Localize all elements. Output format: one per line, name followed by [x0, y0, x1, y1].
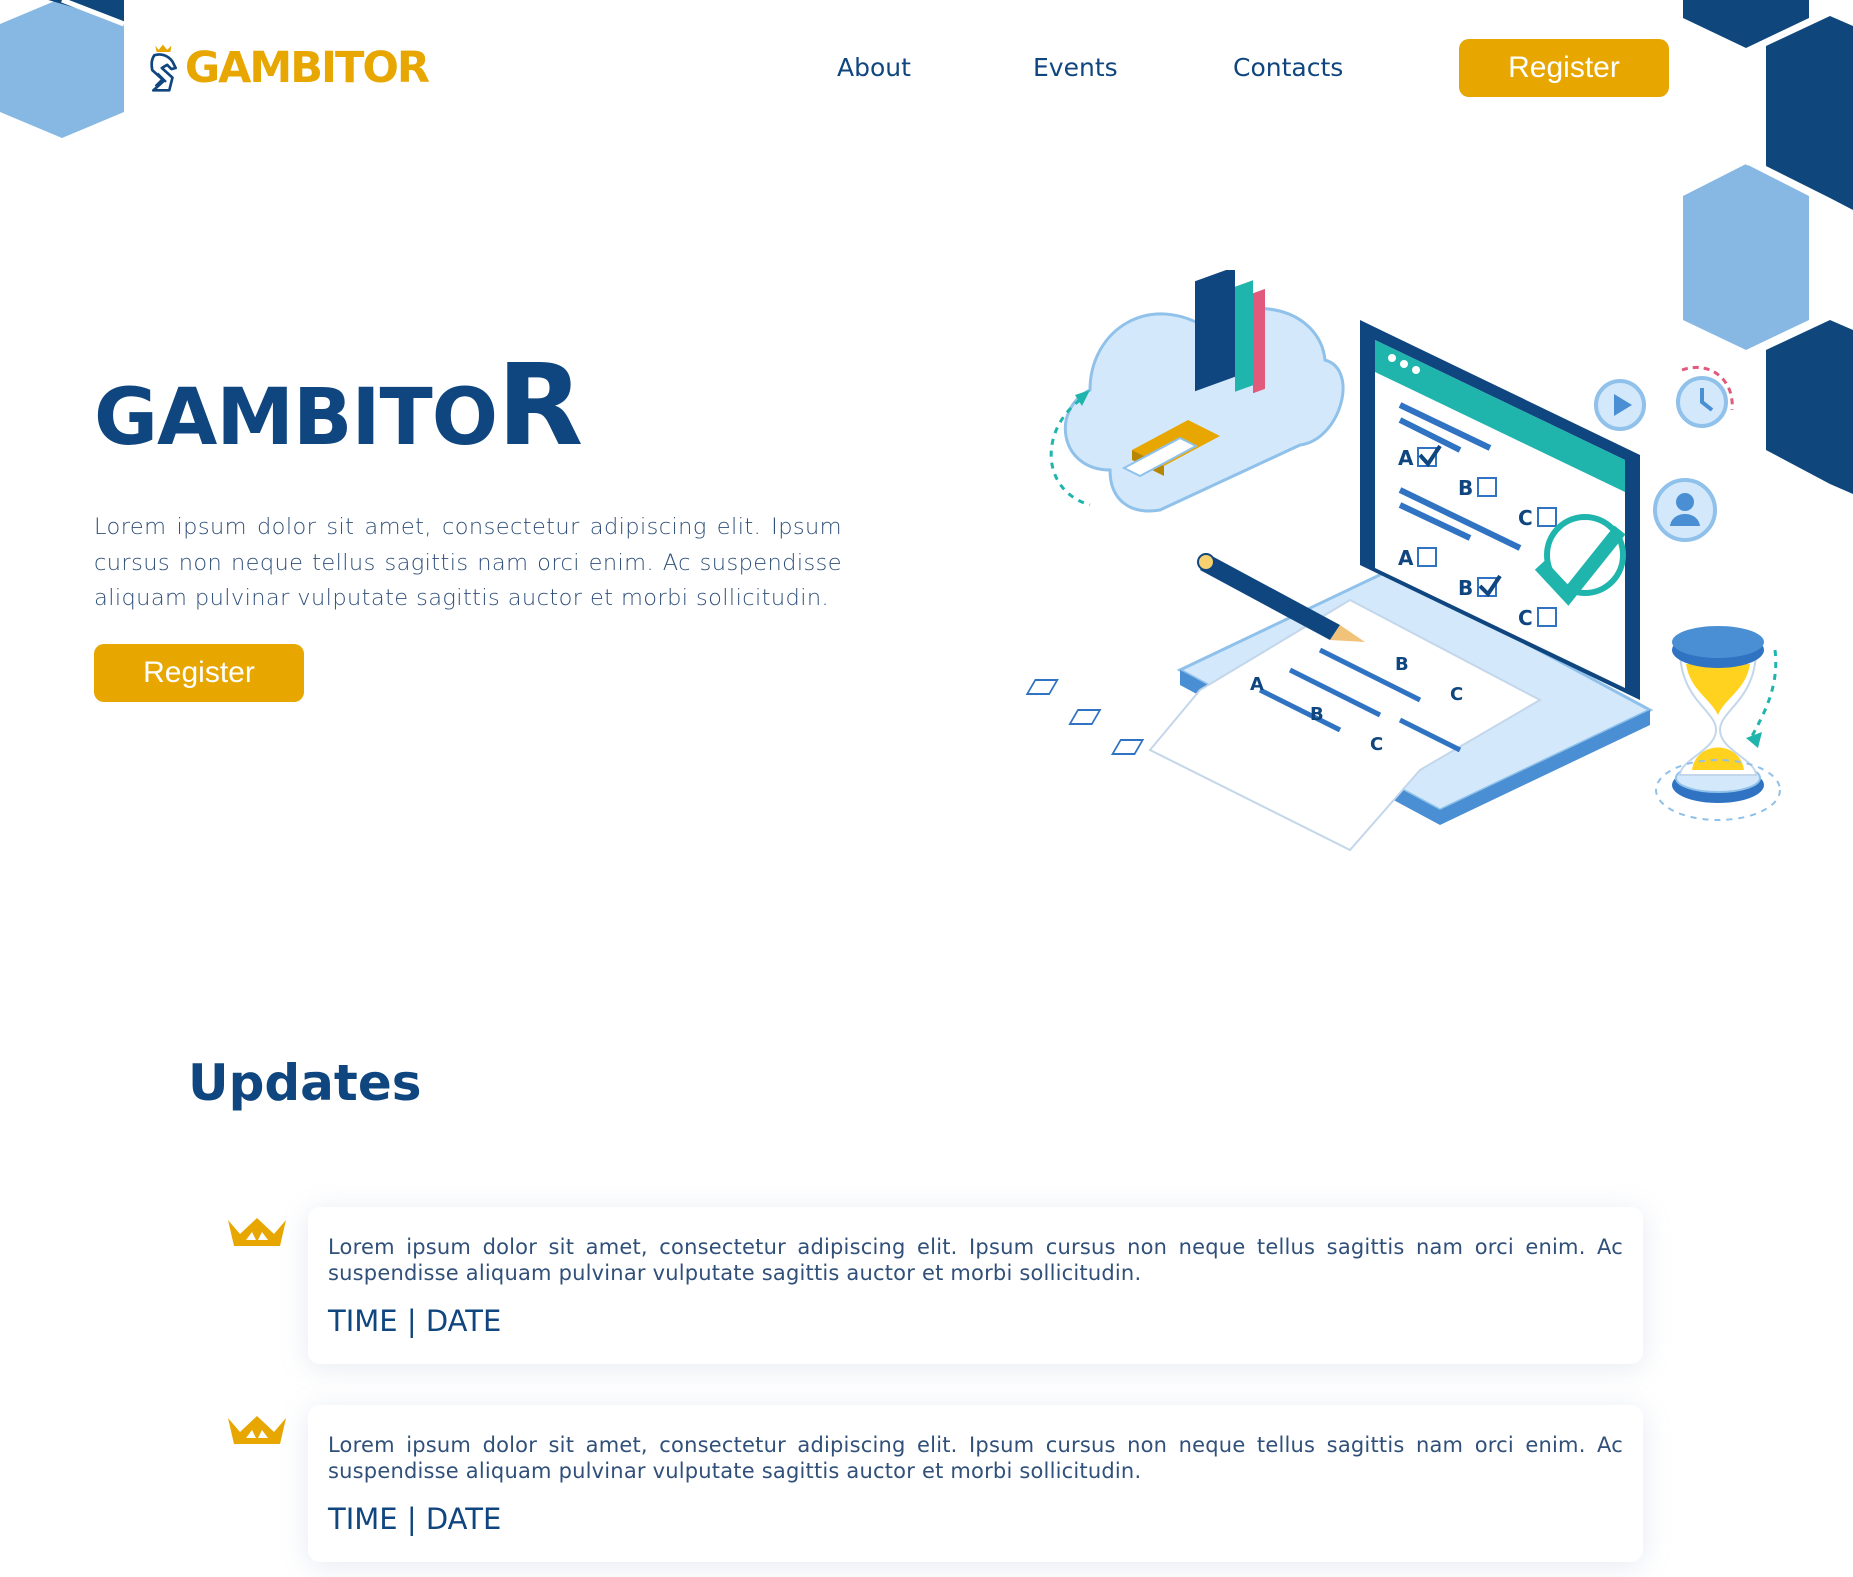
- svg-text:A: A: [1398, 446, 1414, 470]
- hero-title-main: GAMBITO: [94, 373, 498, 463]
- hero-register-button[interactable]: Register: [94, 644, 304, 702]
- svg-text:C: C: [1518, 506, 1533, 530]
- header-register-button[interactable]: Register: [1459, 39, 1669, 97]
- updates-title: Updates: [188, 1054, 422, 1112]
- nav-about[interactable]: About: [837, 50, 911, 86]
- nav-contacts[interactable]: Contacts: [1233, 50, 1343, 86]
- logo-text: GAMBITOR: [184, 42, 430, 93]
- hero-title-last-letter: R: [497, 341, 583, 471]
- crown-icon: [228, 1416, 286, 1444]
- svg-text:B: B: [1458, 576, 1473, 600]
- svg-text:C: C: [1450, 684, 1463, 705]
- svg-text:B: B: [1395, 654, 1409, 675]
- svg-text:C: C: [1370, 734, 1383, 755]
- nav-events[interactable]: Events: [1033, 50, 1118, 86]
- svg-text:B: B: [1458, 476, 1473, 500]
- update-text: Lorem ipsum dolor sit amet, consectetur …: [328, 1235, 1623, 1285]
- svg-text:B: B: [1310, 704, 1324, 725]
- update-card: Lorem ipsum dolor sit amet, consectetur …: [308, 1207, 1643, 1364]
- hero-description: Lorem ipsum dolor sit amet, consectetur …: [94, 514, 842, 611]
- crown-icon: [228, 1218, 286, 1246]
- svg-text:A: A: [1398, 546, 1414, 570]
- svg-text:A: A: [1250, 674, 1264, 695]
- update-text: Lorem ipsum dolor sit amet, consectetur …: [328, 1433, 1623, 1483]
- svg-text:C: C: [1518, 606, 1533, 630]
- online-exam-illustration: A B C A B C A B C B C: [1025, 270, 1781, 852]
- update-time-date: TIME | DATE: [328, 1304, 502, 1338]
- update-card: Lorem ipsum dolor sit amet, consectetur …: [308, 1405, 1643, 1562]
- update-time-date: TIME | DATE: [328, 1502, 502, 1536]
- logo[interactable]: GAMBITOR: [148, 20, 430, 116]
- knight-logo-icon: [150, 44, 177, 92]
- hero-title: GAMBITOR: [94, 350, 583, 463]
